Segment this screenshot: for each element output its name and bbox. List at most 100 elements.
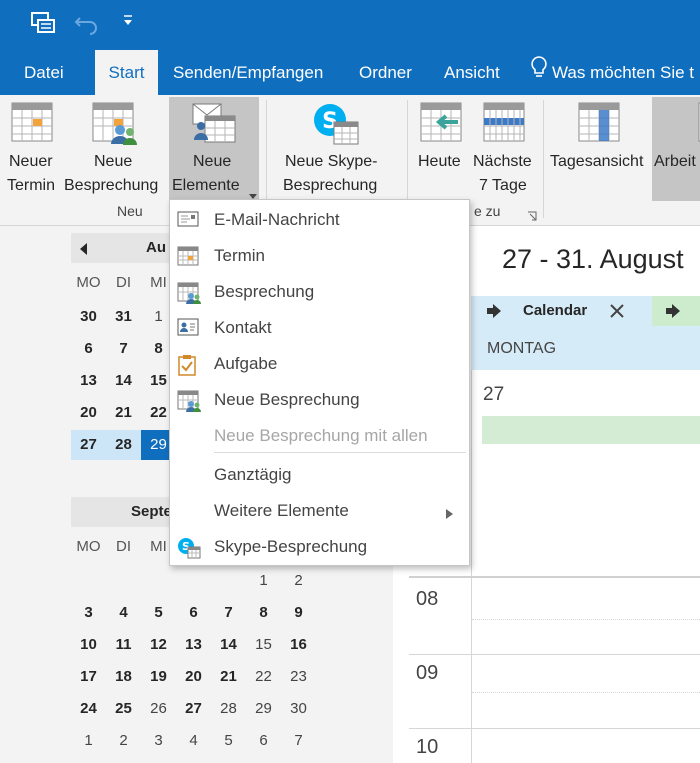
calendar-day[interactable]: 21 [211,662,246,692]
menu-item-more-items[interactable]: Weitere Elemente [170,493,469,529]
close-icon[interactable] [610,304,624,323]
calendar-day[interactable]: 13 [71,366,106,396]
month-title-september: Septe [131,503,172,520]
weekday-header: DI [116,538,131,555]
calendar-day[interactable]: 11 [106,630,141,660]
calendar-day[interactable]: 10 [71,630,106,660]
calendar-day[interactable]: 14 [106,366,141,396]
new-appointment-label-1: Neuer [9,153,53,170]
new-skype-meeting-button[interactable]: S Neue Skype- Besprechung [270,95,402,195]
title-bar [0,0,700,50]
next-calendar-tab[interactable] [652,296,700,326]
calendar-day[interactable]: 27 [71,430,106,460]
calendar-day[interactable]: 15 [246,630,281,660]
all-day-bottom-border [409,576,700,578]
calendar-tab-label[interactable]: Calendar [523,302,587,319]
menu-item-label: Besprechung [214,282,315,301]
lightbulb-icon [530,51,548,96]
new-appointment-label-2: Termin [7,177,56,194]
calendar-day[interactable]: 1 [71,726,106,756]
submenu-arrow-icon [446,506,453,524]
calendar-day[interactable]: 6 [246,726,281,756]
undo-icon[interactable] [74,10,100,41]
calendar-day[interactable]: 14 [211,630,246,660]
hour-label-09: 09 [416,662,439,684]
next-7-days-button[interactable]: Nächste 7 Tage [470,95,540,195]
calendar-day[interactable]: 18 [106,662,141,692]
previous-month-icon[interactable] [80,242,88,260]
calendar-day[interactable]: 6 [71,334,106,364]
menu-item-label: Termin [214,246,266,265]
day-view-button[interactable]: Tagesansicht [546,95,650,195]
tell-me-text: Was möchten Sie t [552,63,695,82]
send-receive-icon[interactable] [30,10,56,41]
calendar-day[interactable]: 5 [141,598,176,628]
new-items-button[interactable]: Neue Elemente [169,97,259,201]
work-week-button[interactable]: Arbeit [652,97,700,201]
menu-item-all-day[interactable]: Ganztägig [170,457,469,493]
calendar-day[interactable]: 23 [281,662,316,692]
day-view-icon [578,102,620,150]
all-day-event-area[interactable] [474,416,700,444]
calendar-day[interactable]: 31 [106,302,141,332]
menu-item-skype-meeting[interactable]: S Skype-Besprechung [170,529,469,565]
menu-item-contact[interactable]: Kontakt [170,310,469,346]
customize-quick-access-icon[interactable] [122,14,134,33]
calendar-day[interactable]: 28 [106,430,141,460]
menu-item-task[interactable]: Aufgabe [170,346,469,382]
calendar-day[interactable]: 28 [211,694,246,724]
menu-item-email[interactable]: E-Mail-Nachricht [170,202,469,238]
tab-ansicht[interactable]: Ansicht [444,50,500,95]
tell-me-box[interactable]: Was möchten Sie t [530,50,694,95]
calendar-day[interactable]: 6 [176,598,211,628]
calendar-day[interactable]: 3 [71,598,106,628]
calendar-day[interactable]: 7 [281,726,316,756]
calendar-day[interactable]: 29 [246,694,281,724]
menu-item-label: Ganztägig [214,465,292,484]
new-appointment-button[interactable]: Neuer Termin [0,95,64,195]
menu-item-meeting[interactable]: Besprechung [170,274,469,310]
calendar-day[interactable]: 17 [71,662,106,692]
calendar-day[interactable]: 7 [106,334,141,364]
calendar-day[interactable]: 20 [176,662,211,692]
tab-senden-empfangen[interactable]: Senden/Empfangen [173,50,323,95]
new-meeting-button[interactable]: Neue Besprechung [64,95,166,195]
calendar-day[interactable]: 26 [141,694,176,724]
dialog-launcher-icon[interactable] [527,208,537,226]
weekday-header: MO [76,274,101,291]
group-label-goto: e zu [474,203,501,219]
go-to-today-icon [420,102,462,150]
calendar-day[interactable]: 20 [71,398,106,428]
calendar-day[interactable]: 7 [211,598,246,628]
tab-ordner[interactable]: Ordner [359,50,412,95]
today-button[interactable]: Heute [413,95,469,195]
calendar-day[interactable]: 21 [106,398,141,428]
calendar-day[interactable]: 30 [281,694,316,724]
calendar-day[interactable]: 3 [141,726,176,756]
calendar-day[interactable]: 8 [246,598,281,628]
group-label-new: Neu [117,203,143,219]
work-week-label: Arbeit [654,153,696,170]
calendar-day[interactable]: 19 [141,662,176,692]
arrow-right-icon[interactable] [487,304,501,323]
calendar-day[interactable]: 22 [246,662,281,692]
calendar-day[interactable]: 16 [281,630,316,660]
calendar-day[interactable]: 4 [106,598,141,628]
calendar-day[interactable]: 1 [246,566,281,596]
menu-item-appointment[interactable]: Termin [170,238,469,274]
calendar-day[interactable]: 9 [281,598,316,628]
calendar-day[interactable]: 27 [176,694,211,724]
menu-item-new-meeting[interactable]: Neue Besprechung [170,382,469,418]
calendar-day[interactable]: 2 [106,726,141,756]
calendar-day[interactable]: 30 [71,302,106,332]
calendar-day[interactable]: 2 [281,566,316,596]
calendar-day[interactable]: 24 [71,694,106,724]
calendar-day[interactable]: 12 [141,630,176,660]
calendar-day[interactable]: 13 [176,630,211,660]
calendar-day[interactable]: 5 [211,726,246,756]
tab-datei[interactable]: Datei [24,50,64,95]
calendar-day[interactable]: 4 [176,726,211,756]
skype-icon: S [177,537,201,559]
tab-start[interactable]: Start [95,50,158,95]
calendar-day[interactable]: 25 [106,694,141,724]
